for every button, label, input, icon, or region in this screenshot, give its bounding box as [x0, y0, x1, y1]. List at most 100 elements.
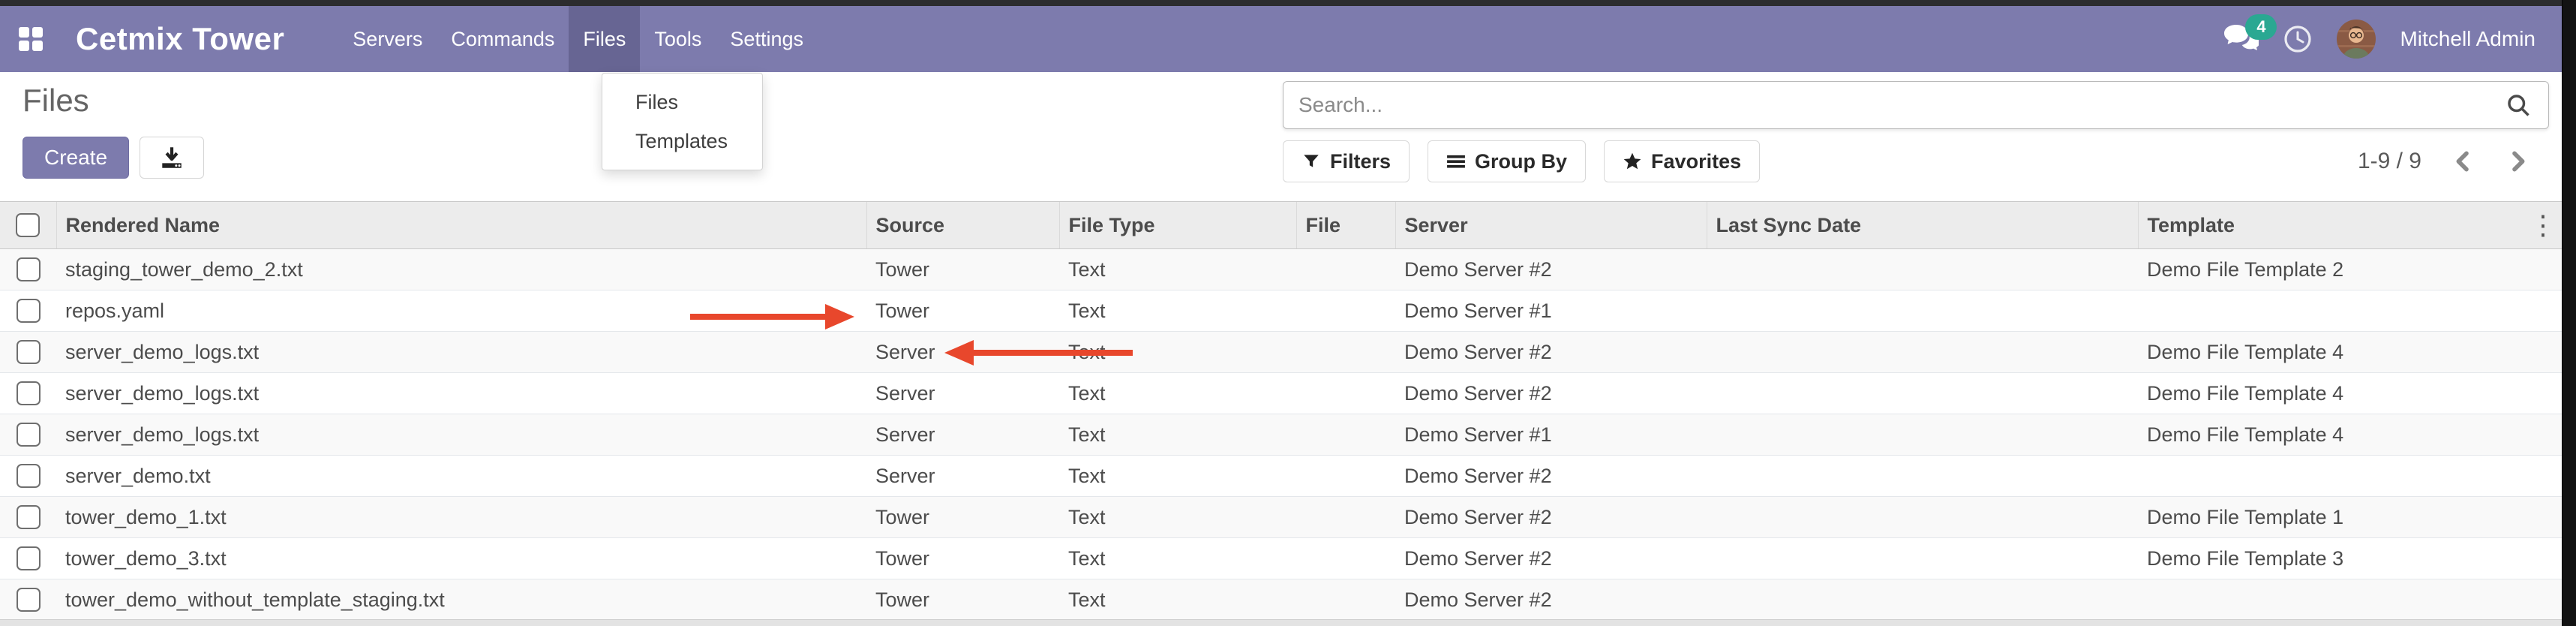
nav-item-settings[interactable]: Settings [716, 6, 818, 72]
window-right-edge [2562, 0, 2576, 626]
cell-file [1296, 332, 1395, 373]
app-window: Cetmix Tower Servers Commands Files Tool… [0, 0, 2576, 626]
messages-icon[interactable]: 4 [2223, 23, 2259, 55]
create-button[interactable]: Create [23, 137, 129, 179]
row-checkbox[interactable] [17, 423, 41, 447]
nav-item-servers[interactable]: Servers [338, 6, 437, 72]
table-row[interactable]: tower_demo_1.txt Tower Text Demo Server … [0, 497, 2562, 538]
group-by-button[interactable]: Group By [1428, 140, 1586, 182]
column-header-rendered-name[interactable]: Rendered Name [56, 202, 866, 249]
table-header-row: Rendered Name Source File Type File Serv… [0, 202, 2562, 249]
filters-button-label: Filters [1330, 150, 1391, 173]
nav-item-tools[interactable]: Tools [640, 6, 716, 72]
cell-rendered-name: server_demo_logs.txt [56, 414, 866, 456]
user-avatar[interactable] [2337, 20, 2376, 59]
cell-server: Demo Server #1 [1395, 414, 1707, 456]
cell-last-sync-date [1707, 290, 2138, 332]
table-row[interactable]: server_demo_logs.txt Server Text Demo Se… [0, 332, 2562, 373]
app-brand[interactable]: Cetmix Tower [76, 21, 284, 57]
select-all-checkbox[interactable] [16, 213, 40, 237]
pager-next-button[interactable] [2505, 149, 2529, 173]
row-checkbox-cell [0, 414, 56, 456]
optional-columns-toggle-icon[interactable]: ⋮ [2529, 209, 2556, 241]
table-row[interactable]: server_demo.txt Server Text Demo Server … [0, 456, 2562, 497]
row-checkbox[interactable] [17, 299, 41, 323]
cell-last-sync-date [1707, 249, 2138, 290]
cell-file [1296, 414, 1395, 456]
activities-clock-icon[interactable] [2283, 24, 2313, 54]
dropdown-item-files[interactable]: Files [602, 83, 762, 122]
filter-funnel-icon [1302, 152, 1321, 171]
row-checkbox-cell [0, 249, 56, 290]
search-icon[interactable] [2505, 92, 2532, 119]
row-checkbox[interactable] [17, 588, 41, 612]
cell-server: Demo Server #2 [1395, 249, 1707, 290]
cell-source: Server [866, 414, 1059, 456]
column-header-file-type[interactable]: File Type [1059, 202, 1296, 249]
row-checkbox-cell [0, 332, 56, 373]
column-header-last-sync-date[interactable]: Last Sync Date [1707, 202, 2138, 249]
cell-last-sync-date [1707, 497, 2138, 538]
cell-source: Tower [866, 290, 1059, 332]
cell-last-sync-date [1707, 579, 2138, 621]
chevron-left-icon [2451, 149, 2475, 173]
pager-previous-button[interactable] [2451, 149, 2475, 173]
column-header-template[interactable]: Template ⋮ [2138, 202, 2562, 249]
cell-rendered-name: tower_demo_without_template_staging.txt [56, 579, 866, 621]
table-row[interactable]: repos.yaml Tower Text Demo Server #1 [0, 290, 2562, 332]
row-checkbox[interactable] [17, 546, 41, 570]
user-name[interactable]: Mitchell Admin [2400, 27, 2535, 51]
cell-file-type: Text [1059, 414, 1296, 456]
cell-last-sync-date [1707, 414, 2138, 456]
table-row[interactable]: tower_demo_without_template_staging.txt … [0, 579, 2562, 621]
avatar-photo [2337, 20, 2376, 59]
action-buttons: Create [23, 137, 204, 179]
cell-template: Demo File Template 3 [2138, 538, 2562, 579]
cell-server: Demo Server #2 [1395, 497, 1707, 538]
cell-file-type: Text [1059, 497, 1296, 538]
cell-last-sync-date [1707, 332, 2138, 373]
cell-source: Tower [866, 538, 1059, 579]
table-row[interactable]: tower_demo_3.txt Tower Text Demo Server … [0, 538, 2562, 579]
cell-server: Demo Server #2 [1395, 332, 1707, 373]
nav-item-files[interactable]: Files [569, 6, 640, 72]
favorites-button-label: Favorites [1651, 150, 1741, 173]
row-checkbox[interactable] [17, 505, 41, 529]
row-checkbox-cell [0, 456, 56, 497]
cell-rendered-name: tower_demo_1.txt [56, 497, 866, 538]
cell-file [1296, 579, 1395, 621]
cell-rendered-name: repos.yaml [56, 290, 866, 332]
export-button[interactable] [140, 137, 204, 179]
table-row[interactable]: server_demo_logs.txt Server Text Demo Se… [0, 414, 2562, 456]
table-body: staging_tower_demo_2.txt Tower Text Demo… [0, 249, 2562, 621]
table-row[interactable]: server_demo_logs.txt Server Text Demo Se… [0, 373, 2562, 414]
row-checkbox[interactable] [17, 464, 41, 488]
main-navbar: Cetmix Tower Servers Commands Files Tool… [0, 6, 2562, 72]
cell-file-type: Text [1059, 579, 1296, 621]
table-row[interactable]: staging_tower_demo_2.txt Tower Text Demo… [0, 249, 2562, 290]
column-header-template-label: Template [2148, 214, 2235, 236]
pager-range[interactable]: 1-9 / 9 [2358, 149, 2421, 174]
filters-button[interactable]: Filters [1283, 140, 1410, 182]
cell-file-type: Text [1059, 249, 1296, 290]
cell-rendered-name: tower_demo_3.txt [56, 538, 866, 579]
search-input[interactable] [1283, 82, 2505, 128]
row-checkbox[interactable] [17, 381, 41, 405]
row-checkbox[interactable] [17, 257, 41, 281]
cell-file-type: Text [1059, 290, 1296, 332]
column-header-file[interactable]: File [1296, 202, 1395, 249]
pager: 1-9 / 9 [2358, 149, 2547, 174]
row-checkbox[interactable] [17, 340, 41, 364]
cell-file [1296, 249, 1395, 290]
dropdown-item-templates[interactable]: Templates [602, 122, 762, 161]
nav-item-commands[interactable]: Commands [437, 6, 569, 72]
column-header-server[interactable]: Server [1395, 202, 1707, 249]
cell-last-sync-date [1707, 373, 2138, 414]
column-header-source[interactable]: Source [866, 202, 1059, 249]
files-menu-dropdown: Files Templates [602, 73, 763, 170]
row-checkbox-cell [0, 538, 56, 579]
apps-grid-icon[interactable] [19, 27, 43, 51]
favorites-button[interactable]: Favorites [1604, 140, 1760, 182]
cell-template: Demo File Template 4 [2138, 373, 2562, 414]
cell-rendered-name: server_demo.txt [56, 456, 866, 497]
